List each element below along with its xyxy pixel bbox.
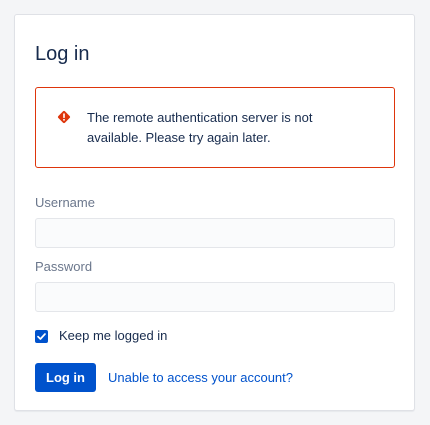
password-input[interactable] [35,282,395,312]
username-label: Username [35,195,95,210]
keep-logged-in-checkbox[interactable] [35,329,48,343]
warning-diamond-icon [57,110,71,124]
keep-logged-in-label: Keep me logged in [59,328,168,343]
login-card: Log in The remote authentication server … [14,14,415,411]
login-button[interactable]: Log in [35,363,96,392]
error-message-box: The remote authentication server is not … [35,87,395,168]
password-label: Password [35,259,93,274]
page-title: Log in [35,43,90,65]
error-message-text: The remote authentication server is not … [87,110,313,145]
username-input[interactable] [35,218,395,248]
checkmark-icon [37,332,46,340]
account-help-link[interactable]: Unable to access your account? [108,370,293,386]
keep-logged-in-row[interactable]: Keep me logged in [35,327,167,345]
